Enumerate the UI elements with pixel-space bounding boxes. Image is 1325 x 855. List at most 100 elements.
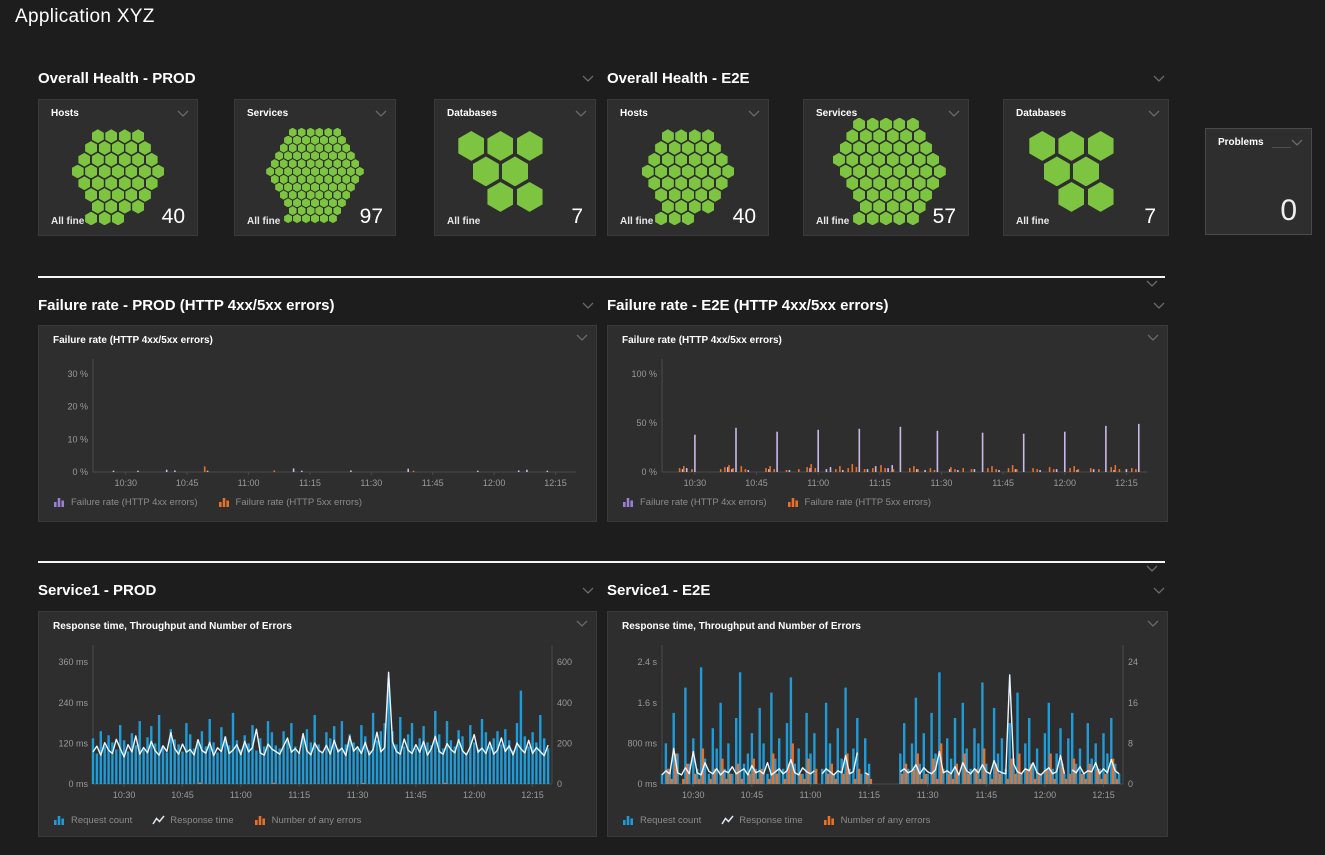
chart-tile-service-e2e[interactable]: Response time, Throughput and Number of … — [607, 611, 1168, 837]
hexagon[interactable] — [289, 143, 297, 152]
hexagon[interactable] — [675, 129, 687, 143]
legend-item[interactable]: Response time — [152, 814, 233, 826]
hexagon[interactable] — [307, 143, 315, 152]
hexagon[interactable] — [853, 188, 865, 202]
hexagon[interactable] — [119, 129, 131, 143]
tile-services-prod[interactable]: Services All fine97 — [234, 99, 396, 236]
failure-e2e-chart-canvas[interactable]: 100 %50 %0 %10:3010:4511:0011:1511:3011:… — [616, 352, 1161, 494]
hexagon[interactable] — [880, 188, 892, 202]
hexagon[interactable] — [502, 156, 528, 186]
hexagon[interactable] — [669, 188, 681, 202]
hexagon[interactable] — [92, 129, 104, 143]
hexagon[interactable] — [347, 151, 355, 160]
hexagon[interactable] — [689, 176, 701, 190]
hexagon[interactable] — [487, 131, 513, 161]
hexagon[interactable] — [315, 190, 323, 199]
hexagon[interactable] — [900, 176, 912, 190]
legend-item[interactable]: Request count — [622, 814, 701, 826]
hexagon[interactable] — [840, 141, 852, 155]
hexagon[interactable] — [887, 176, 899, 190]
hexagon[interactable] — [1073, 156, 1099, 186]
hexagon[interactable] — [298, 143, 306, 152]
hexagon[interactable] — [99, 188, 111, 202]
hexagon[interactable] — [333, 175, 341, 184]
chart-tile-failure-e2e[interactable]: Failure rate (HTTP 4xx/5xx errors) 100 %… — [607, 325, 1168, 522]
hexagon[interactable] — [284, 167, 292, 176]
hexagon[interactable] — [867, 141, 879, 155]
hexagon[interactable] — [275, 151, 283, 160]
hexagon[interactable] — [338, 136, 346, 145]
hexagon[interactable] — [293, 183, 301, 192]
hexagon[interactable] — [92, 153, 104, 167]
chart-tile-service-prod[interactable]: Response time, Throughput and Number of … — [38, 611, 597, 837]
chevron-down-icon[interactable] — [582, 302, 594, 309]
hexagon[interactable] — [356, 167, 364, 176]
hexagon[interactable] — [85, 141, 97, 155]
hexagon[interactable] — [324, 143, 332, 152]
hexagon[interactable] — [669, 165, 681, 179]
hexagon[interactable] — [119, 176, 131, 190]
legend-item[interactable]: Failure rate (HTTP 5xx errors) — [218, 496, 363, 508]
hexagon[interactable] — [934, 165, 946, 179]
hexagon[interactable] — [307, 190, 315, 199]
hexagon[interactable] — [722, 165, 734, 179]
hexagon[interactable] — [887, 153, 899, 167]
hexagon[interactable] — [112, 188, 124, 202]
hexagon[interactable] — [284, 183, 292, 192]
hexagon[interactable] — [112, 141, 124, 155]
hexagon[interactable] — [860, 153, 872, 167]
hexagon[interactable] — [333, 190, 341, 199]
chevron-down-icon[interactable] — [582, 75, 594, 82]
hexagon[interactable] — [716, 176, 728, 190]
hexagon[interactable] — [689, 129, 701, 143]
hexagon[interactable] — [85, 165, 97, 179]
hexagon[interactable] — [648, 153, 660, 167]
hexagon[interactable] — [853, 165, 865, 179]
hexagon[interactable] — [709, 141, 721, 155]
legend-item[interactable]: Request count — [53, 814, 132, 826]
hexagon[interactable] — [927, 153, 939, 167]
hexagon[interactable] — [99, 141, 111, 155]
hexagon[interactable] — [907, 165, 919, 179]
hexagon[interactable] — [893, 141, 905, 155]
hexagon[interactable] — [675, 153, 687, 167]
chevron-down-icon[interactable] — [1147, 620, 1159, 627]
chevron-down-icon[interactable] — [1291, 139, 1303, 146]
hexagon[interactable] — [351, 159, 359, 168]
hexagon[interactable] — [846, 153, 858, 167]
hexagon[interactable] — [132, 129, 144, 143]
hexagon[interactable] — [284, 151, 292, 160]
hexagon[interactable] — [139, 165, 151, 179]
chevron-down-icon[interactable] — [576, 334, 588, 341]
hexagon[interactable] — [289, 159, 297, 168]
hexagon[interactable] — [324, 190, 332, 199]
hexagon[interactable] — [1029, 131, 1055, 161]
hexagon[interactable] — [298, 175, 306, 184]
hexagon[interactable] — [302, 167, 310, 176]
hexagon[interactable] — [907, 188, 919, 202]
hexagon[interactable] — [702, 176, 714, 190]
hexagon[interactable] — [914, 153, 926, 167]
hexagon[interactable] — [78, 153, 90, 167]
hexagon[interactable] — [655, 165, 667, 179]
hexagon[interactable] — [119, 153, 131, 167]
hexagon[interactable] — [333, 143, 341, 152]
hexagon[interactable] — [152, 165, 164, 179]
hexagon[interactable] — [99, 165, 111, 179]
hexagon[interactable] — [85, 188, 97, 202]
hexagon[interactable] — [695, 165, 707, 179]
hexagon[interactable] — [72, 165, 84, 179]
hexagon[interactable] — [662, 153, 674, 167]
hexagon[interactable] — [1058, 131, 1084, 161]
hexagon[interactable] — [324, 128, 332, 137]
legend-item[interactable]: Failure rate (HTTP 4xx errors) — [53, 496, 198, 508]
hexagon[interactable] — [307, 175, 315, 184]
hexagon[interactable] — [846, 176, 858, 190]
hexagon[interactable] — [293, 167, 301, 176]
hexagon[interactable] — [320, 167, 328, 176]
hexagon[interactable] — [307, 159, 315, 168]
hexagon[interactable] — [329, 183, 337, 192]
hexagon[interactable] — [289, 175, 297, 184]
hexagon[interactable] — [266, 167, 274, 176]
hexagon[interactable] — [893, 165, 905, 179]
